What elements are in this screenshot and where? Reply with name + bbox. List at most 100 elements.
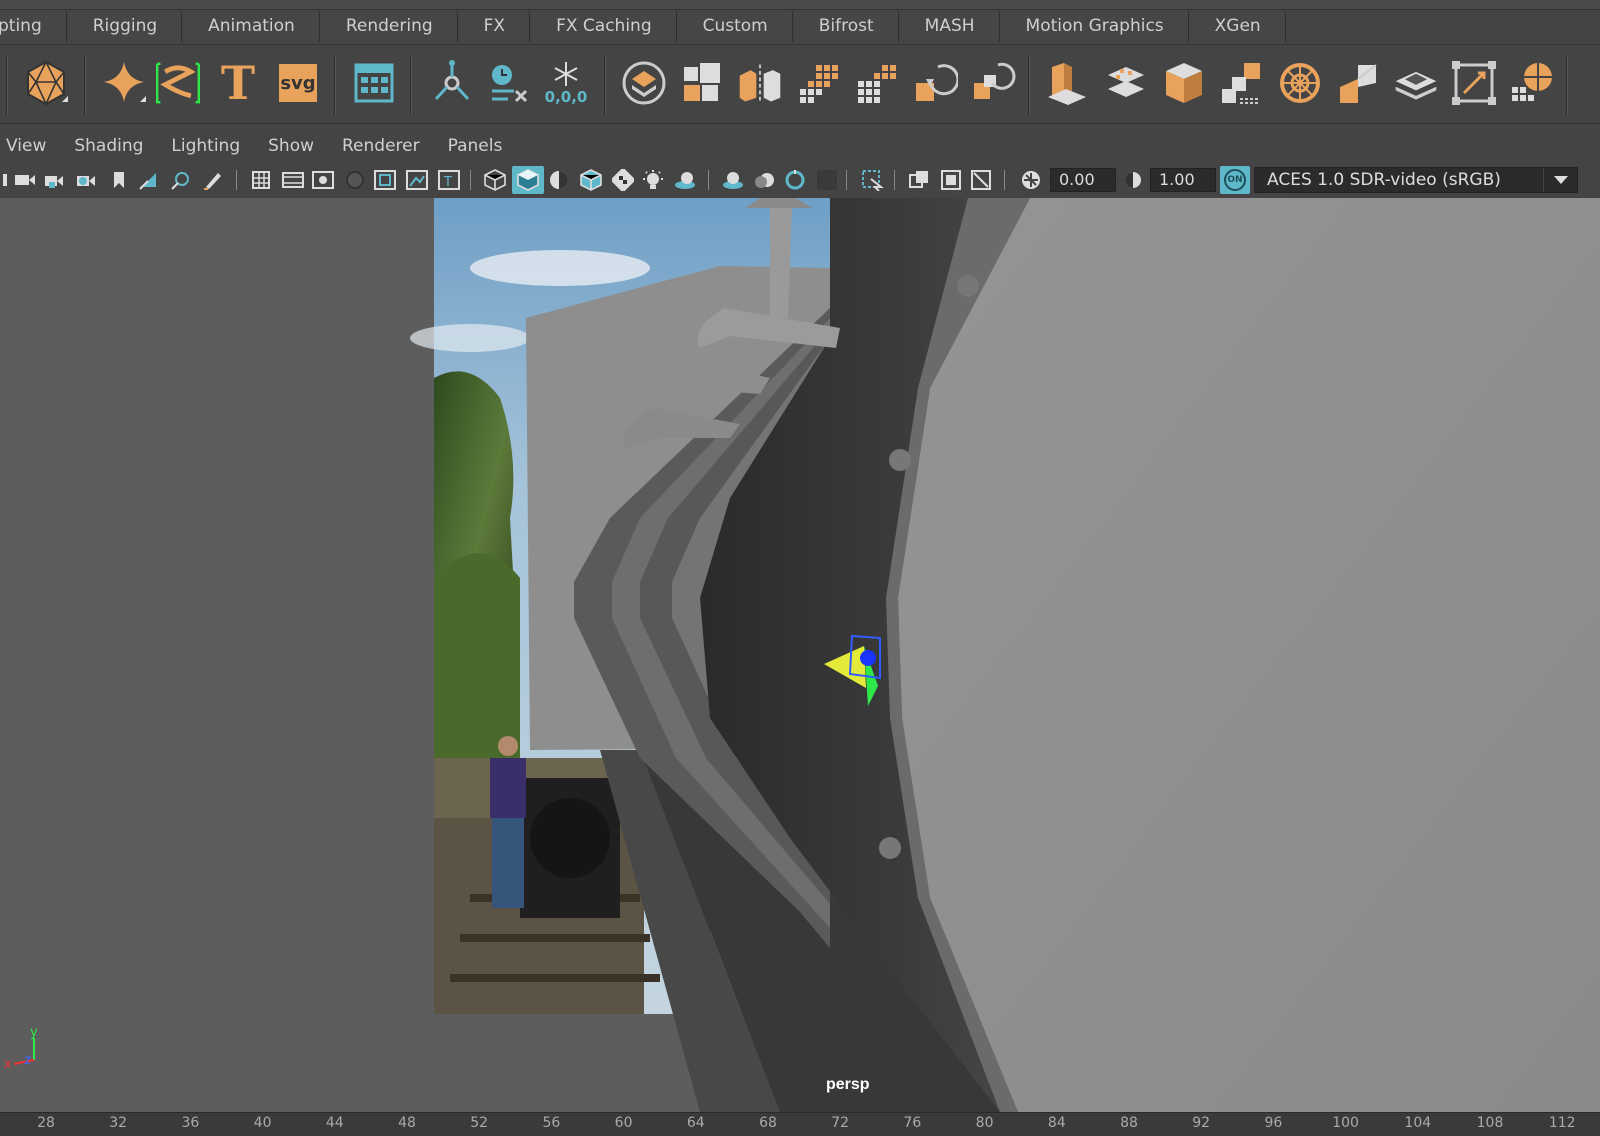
grid-cells-icon[interactable] xyxy=(794,55,842,111)
shelf-tab-bar: pting Rigging Animation Rendering FX FX Cachi… xyxy=(0,0,1600,44)
safe-title-icon[interactable]: T xyxy=(436,168,462,192)
depth-of-field-icon[interactable] xyxy=(814,168,840,192)
shelf-separator xyxy=(334,55,336,115)
layers-icon[interactable] xyxy=(1392,55,1440,111)
image-plane-icon[interactable] xyxy=(136,168,162,192)
shelf-tab-custom[interactable]: Custom xyxy=(678,10,793,42)
panel-grid-icon[interactable] xyxy=(350,55,398,111)
xray-joints-icon[interactable] xyxy=(938,168,964,192)
scatter-planes-icon[interactable] xyxy=(1102,55,1150,111)
shelf-tab-bifrost[interactable]: Bifrost xyxy=(794,10,899,42)
lattice-icon[interactable] xyxy=(154,55,202,111)
panel-menu-view[interactable]: View xyxy=(0,136,58,156)
svg-icon[interactable]: svg xyxy=(274,55,322,111)
film-gate-icon[interactable] xyxy=(280,168,306,192)
polygon-sphere-icon[interactable] xyxy=(22,55,70,111)
timeline-tick-label: 64 xyxy=(686,1115,705,1131)
safe-action-icon[interactable] xyxy=(404,168,430,192)
timeline-tick-label: 36 xyxy=(181,1115,200,1131)
time-slider[interactable]: 28 32 36 40 44 48 52 56 60 64 68 72 76 80 84 88 92 96 100 1… xyxy=(0,1112,1600,1136)
type-text-icon[interactable]: T xyxy=(214,55,262,111)
shelf-tab-motion-graphics[interactable]: Motion Graphics xyxy=(1001,10,1189,42)
cube-icon[interactable] xyxy=(1160,55,1208,111)
timeline-tick-label: 84 xyxy=(1047,1115,1066,1131)
shelf-tab-rendering[interactable]: Rendering xyxy=(321,10,458,42)
xray-icon[interactable] xyxy=(906,168,932,192)
toolbar-separator xyxy=(470,170,471,190)
smooth-shade-icon[interactable] xyxy=(512,166,544,194)
camera-bookmark-icon[interactable] xyxy=(74,168,100,192)
viewport-3d[interactable] xyxy=(0,198,1600,1112)
shelf-tab-pting[interactable]: pting xyxy=(0,10,67,42)
mash-network-icon[interactable] xyxy=(428,55,476,111)
time-clear-icon[interactable] xyxy=(484,55,532,111)
gamma-icon[interactable] xyxy=(1120,168,1146,192)
freeze-transform-icon[interactable]: 0,0,0 xyxy=(542,55,590,111)
column-icon[interactable] xyxy=(1042,55,1090,111)
svg-text:T: T xyxy=(443,175,452,190)
toolbar-separator xyxy=(894,170,895,190)
grease-pencil-icon[interactable] xyxy=(200,168,226,192)
shelf-tab-rigging[interactable]: Rigging xyxy=(68,10,183,42)
chevron-down-icon xyxy=(1543,168,1577,192)
split-cubes-icon[interactable] xyxy=(1218,55,1266,111)
exposure-icon[interactable] xyxy=(1018,168,1044,192)
bookmark-icon[interactable] xyxy=(106,168,132,192)
timeline-tick-label: 104 xyxy=(1404,1115,1432,1131)
shelf-tab-fx[interactable]: FX xyxy=(459,10,531,42)
textured-icon[interactable] xyxy=(610,168,636,192)
timeline-tick-label: 48 xyxy=(398,1115,416,1131)
sweep-mesh-icon[interactable] xyxy=(100,55,148,111)
shelf-separator xyxy=(604,55,606,115)
use-all-lights-icon[interactable] xyxy=(640,168,666,192)
shelf-tab-xgen[interactable]: XGen xyxy=(1190,10,1286,42)
lock-camera-icon[interactable] xyxy=(42,168,68,192)
timeline-tick-label: 28 xyxy=(37,1115,55,1131)
grid-icon[interactable] xyxy=(248,168,274,192)
wireframe-on-shaded-icon[interactable] xyxy=(578,168,604,192)
shelf-tab-animation[interactable]: Animation xyxy=(184,10,320,42)
gate-mask-icon[interactable] xyxy=(342,168,368,192)
separate-icon[interactable] xyxy=(736,55,784,111)
combine-icon[interactable] xyxy=(678,55,726,111)
rotate-instance-icon[interactable] xyxy=(968,55,1016,111)
panel-menu-panels[interactable]: Panels xyxy=(436,136,515,156)
timeline-tick-label: 96 xyxy=(1264,1115,1283,1131)
bounding-box-icon[interactable] xyxy=(1450,55,1498,111)
isolate-select-icon[interactable] xyxy=(860,168,886,192)
cube-corner-icon[interactable] xyxy=(1334,55,1382,111)
sphere-grid-icon[interactable] xyxy=(1508,55,1556,111)
2d-pan-zoom-icon[interactable] xyxy=(168,168,194,192)
screen-space-ao-icon[interactable] xyxy=(720,168,746,192)
exposure-field[interactable]: 0.00 xyxy=(1050,168,1116,192)
panel-menu-shading[interactable]: Shading xyxy=(62,136,155,156)
extract-layer-icon[interactable] xyxy=(620,55,668,111)
panel-menu-lighting[interactable]: Lighting xyxy=(159,136,252,156)
panel-menu-renderer[interactable]: Renderer xyxy=(330,136,432,156)
timeline-tick-label: 52 xyxy=(470,1115,489,1131)
select-camera-icon[interactable] xyxy=(12,168,38,192)
xray-active-components-icon[interactable] xyxy=(968,168,994,192)
gamma-field[interactable]: 1.00 xyxy=(1150,168,1216,192)
toolbar-separator xyxy=(708,170,709,190)
color-management-toggle[interactable]: ON xyxy=(1220,166,1250,194)
radial-icon[interactable] xyxy=(1276,55,1324,111)
default-material-icon[interactable] xyxy=(546,168,572,192)
field-chart-icon[interactable] xyxy=(372,168,398,192)
multisample-aa-icon[interactable] xyxy=(782,168,808,192)
timeline-tick-label: 100 xyxy=(1332,1115,1359,1131)
shadows-icon[interactable] xyxy=(672,168,698,192)
timeline-tick-label: 108 xyxy=(1476,1115,1504,1131)
resolution-gate-icon[interactable] xyxy=(310,168,336,192)
view-axis-indicator: y x z xyxy=(0,1024,50,1074)
wireframe-icon[interactable] xyxy=(482,168,508,192)
cluster-icon[interactable] xyxy=(910,55,958,111)
shelf-tab-mash[interactable]: MASH xyxy=(900,10,1000,42)
shelf-tab-fx-caching[interactable]: FX Caching xyxy=(532,10,677,42)
view-transform-dropdown[interactable]: ACES 1.0 SDR-video (sRGB) xyxy=(1254,167,1578,193)
panel-menu-show[interactable]: Show xyxy=(256,136,326,156)
motion-blur-icon[interactable] xyxy=(752,168,778,192)
timeline-tick-label: 44 xyxy=(325,1115,344,1131)
grid-cells-alt-icon[interactable] xyxy=(852,55,900,111)
shelf-tabs: pting Rigging Animation Rendering FX FX Cachi… xyxy=(0,10,1288,44)
